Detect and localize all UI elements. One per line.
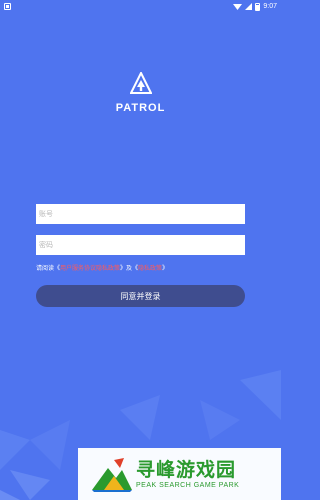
status-time: 9:07 <box>263 3 277 10</box>
account-input[interactable] <box>36 204 245 224</box>
status-bar: 9:07 <box>0 0 281 14</box>
tree-icon <box>129 72 152 94</box>
watermark: 寻峰游戏园 PEAK SEARCH GAME PARK <box>78 448 281 500</box>
app-logo: PATROL <box>0 72 281 114</box>
watermark-title: 寻峰游戏园 <box>136 458 237 481</box>
agreement-suffix: 》 <box>162 265 169 272</box>
agreement-middle: 》及《 <box>120 265 139 272</box>
privacy-policy-link[interactable]: 隐私政策 <box>138 265 162 272</box>
user-agreement-link[interactable]: 用户服务协议隐私政策 <box>60 265 120 272</box>
notification-icon <box>4 3 11 10</box>
login-button[interactable]: 同意并登录 <box>36 285 245 307</box>
agreement-prefix: 请阅读《 <box>36 265 61 272</box>
wifi-icon <box>233 4 243 10</box>
app-name: PATROL <box>115 102 166 114</box>
watermark-subtitle: PEAK SEARCH GAME PARK <box>136 481 240 489</box>
signal-icon <box>245 3 253 10</box>
mountain-logo-icon <box>92 458 132 492</box>
battery-icon <box>255 2 261 11</box>
password-input[interactable] <box>36 235 245 255</box>
agreement-text: 请阅读《用户服务协议隐私政策》及《隐私政策》 <box>36 265 168 273</box>
